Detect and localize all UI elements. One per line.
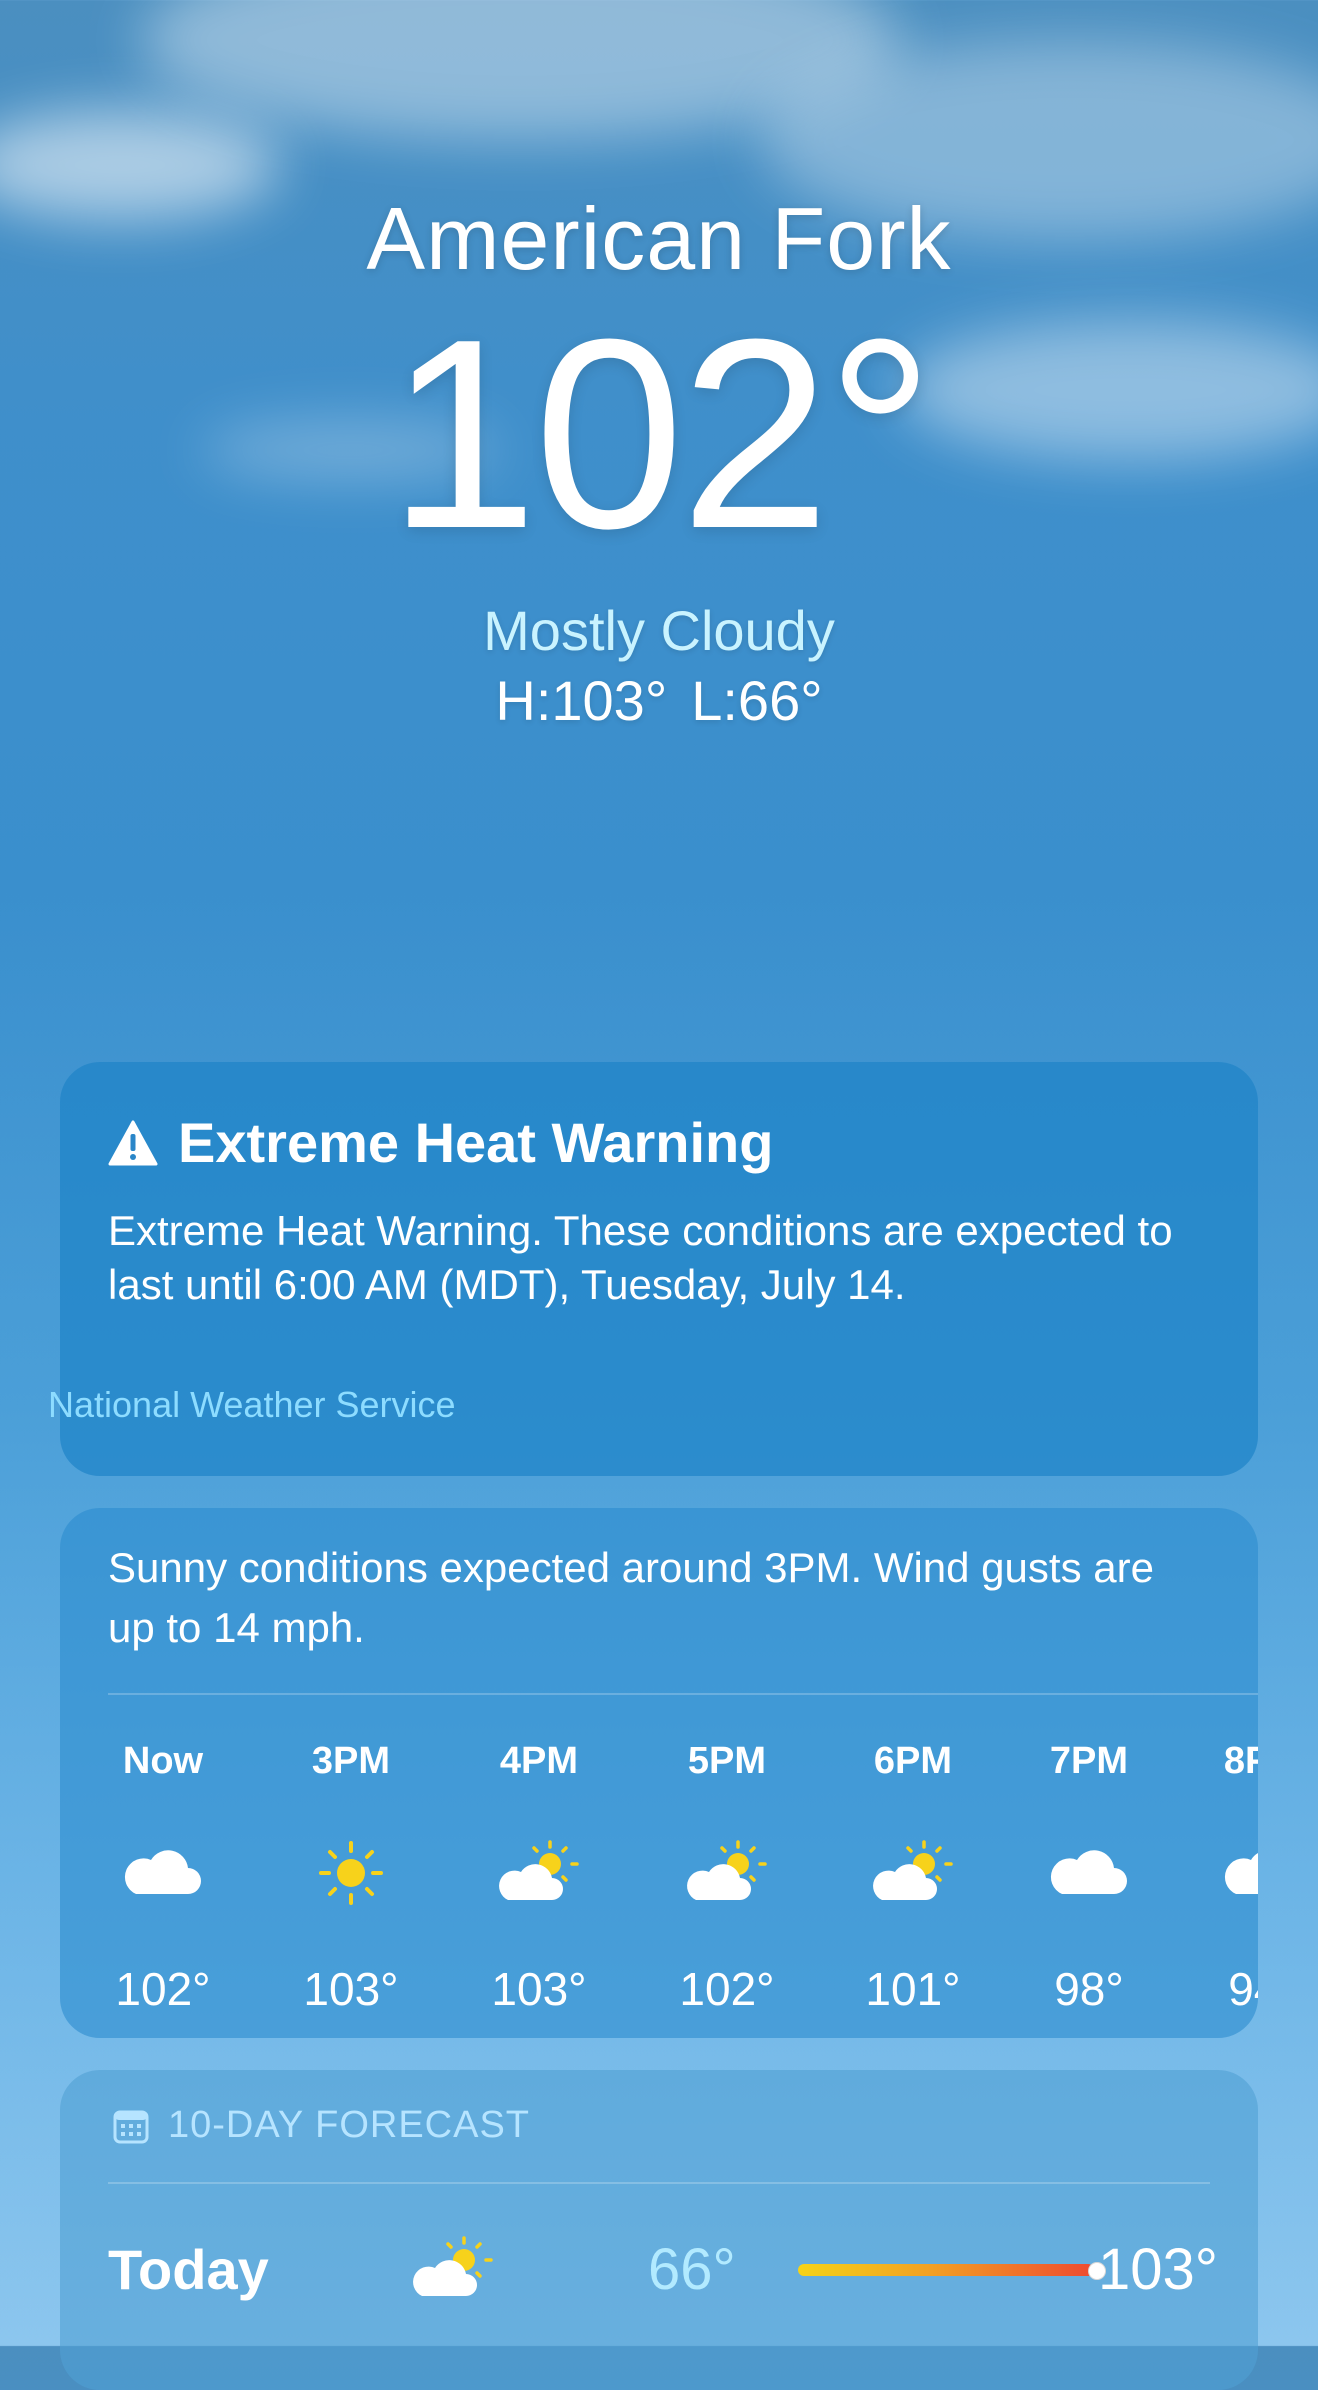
cloud-icon — [1224, 1853, 1258, 1894]
partly-sunny-icon — [873, 1840, 953, 1900]
sun-icon — [319, 1841, 383, 1905]
day-low-temp: 66° — [648, 2237, 736, 2302]
hour-temp: 101° — [865, 1963, 961, 2015]
hour-temp: 103° — [491, 1963, 587, 2015]
hour-label: 5PM — [687, 1740, 767, 1782]
partly-sunny-icon — [499, 1840, 579, 1900]
partly-sunny-icon — [413, 2236, 493, 2296]
current-temperature: 102° — [387, 284, 934, 585]
divider — [108, 1693, 1258, 1695]
calendar-icon — [113, 2110, 149, 2143]
hour-label: 3PM — [311, 1740, 391, 1782]
alert-source-link[interactable]: National Weather Service — [48, 1384, 456, 1426]
divider — [108, 2182, 1210, 2184]
hourly-summary: Sunny conditions expected around 3PM. Wi… — [108, 1544, 1154, 1651]
high-temp: H:103° — [495, 669, 668, 732]
ten-day-heading: 10-DAY FORECAST — [168, 2104, 531, 2146]
cloud-icon — [1050, 1850, 1127, 1894]
hour-label: 7PM — [1049, 1740, 1129, 1782]
high-low: H:103° L:66° — [0, 668, 1318, 733]
ten-day-forecast-card[interactable]: 10-DAY FORECAST Today 66° 103° — [60, 2070, 1258, 2390]
hour-temp: 94° — [1228, 1963, 1258, 2015]
day-row[interactable]: Today 66° 103° — [108, 2220, 1218, 2320]
hour-temp: 102° — [115, 1963, 211, 2015]
hour-temp: 102° — [679, 1963, 775, 2015]
alert-title-row: Extreme Heat Warning — [108, 1110, 773, 1175]
day-high-temp: 103° — [1098, 2237, 1218, 2302]
low-temp: L:66° — [691, 669, 823, 732]
hour-label: Now — [122, 1740, 204, 1782]
hour-label: 6PM — [873, 1740, 953, 1782]
partly-sunny-icon — [687, 1840, 767, 1900]
warning-icon — [108, 1120, 158, 1165]
city-name[interactable]: American Fork — [0, 188, 1318, 290]
alert-description: Extreme Heat Warning. These conditions a… — [108, 1207, 1173, 1308]
day-name: Today — [108, 2238, 269, 2301]
alert-title: Extreme Heat Warning — [178, 1111, 774, 1174]
hour-label: 8PM — [1223, 1740, 1258, 1782]
hour-temp: 98° — [1054, 1963, 1124, 2015]
cloud-icon — [124, 1850, 201, 1894]
condition-text: Mostly Cloudy — [483, 599, 835, 662]
ten-day-header: 10-DAY FORECAST — [112, 2104, 530, 2147]
hour-temp: 103° — [303, 1963, 399, 2015]
hourly-scroll[interactable]: Now 102° 3PM 103° 4PM 103° 5PM 102° 6PM … — [108, 1718, 1258, 2038]
hourly-forecast-card[interactable]: Sunny conditions expected around 3PM. Wi… — [60, 1508, 1258, 2038]
temperature-range-bar — [798, 2264, 1094, 2276]
hour-label: 4PM — [499, 1740, 579, 1782]
